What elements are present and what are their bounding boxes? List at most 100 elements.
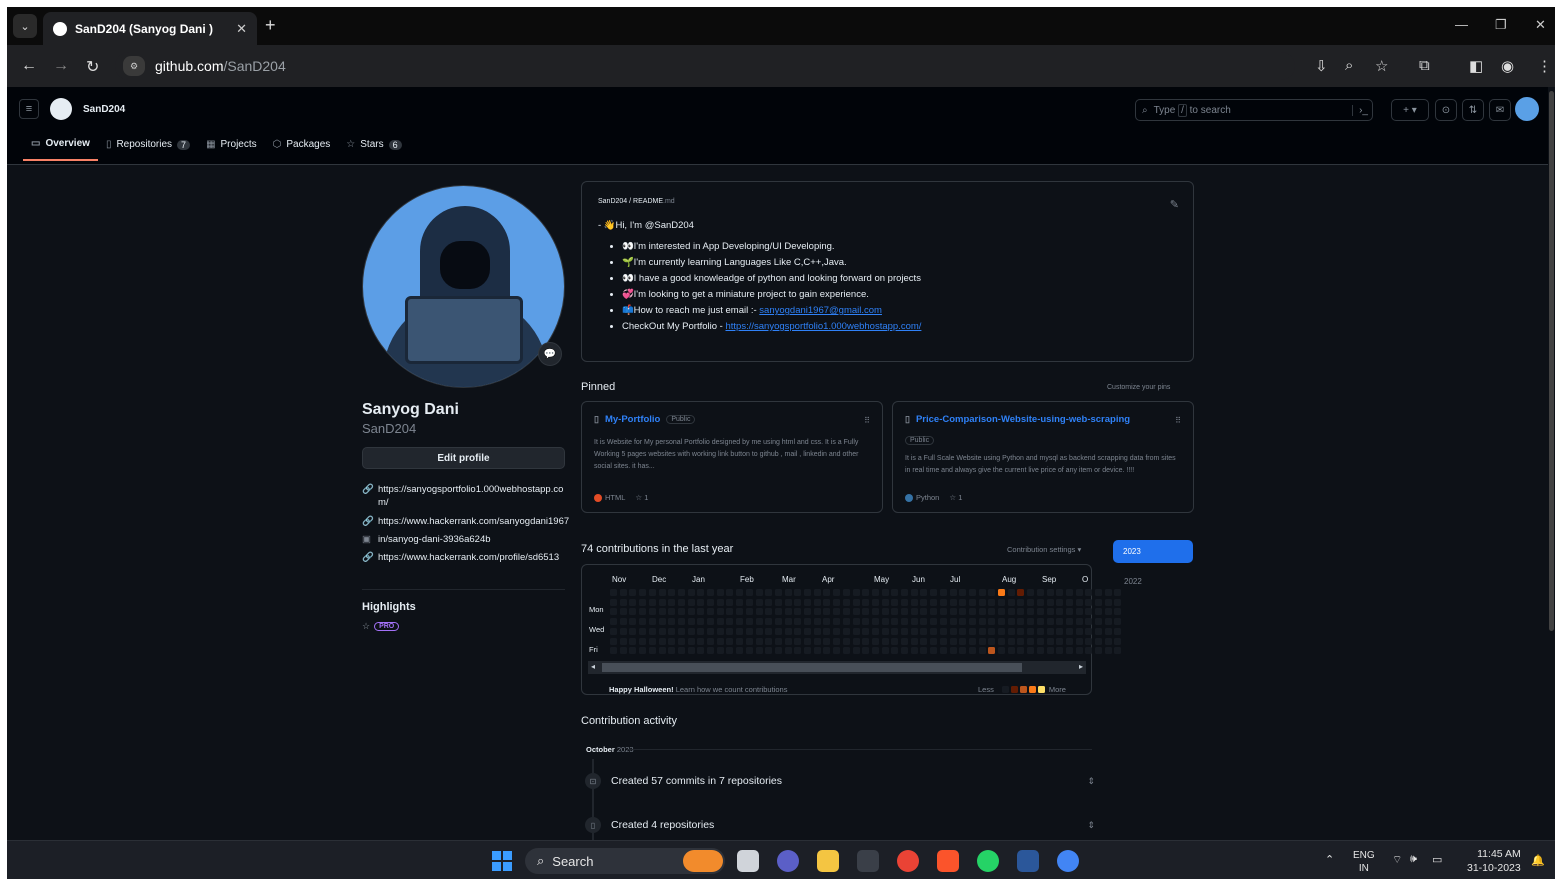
contribution-cell[interactable]	[755, 627, 763, 635]
contribution-cell[interactable]	[978, 647, 986, 655]
readme-path-file[interactable]: README	[633, 198, 663, 205]
contribution-cell[interactable]	[774, 637, 782, 645]
contribution-cell[interactable]	[823, 608, 831, 616]
contribution-cell[interactable]	[1075, 647, 1083, 655]
contribution-cell[interactable]	[697, 598, 705, 606]
contribution-cell[interactable]	[707, 608, 714, 616]
contribution-cell[interactable]	[677, 637, 685, 645]
contribution-cell[interactable]	[804, 598, 811, 606]
header-username[interactable]: SanD204	[83, 104, 125, 115]
contribution-cell[interactable]	[1017, 608, 1025, 616]
contribution-cell[interactable]	[1017, 598, 1025, 606]
contribution-cell[interactable]	[1046, 647, 1054, 655]
contribution-cell[interactable]	[968, 589, 976, 596]
contribution-cell[interactable]	[1085, 647, 1093, 655]
contribution-cell[interactable]	[629, 647, 637, 655]
contribution-cell[interactable]	[716, 627, 724, 635]
contribution-cell[interactable]	[648, 637, 656, 645]
contribution-cell[interactable]	[852, 627, 860, 635]
contribution-cell[interactable]	[774, 618, 782, 626]
wifi-icon[interactable]: ⌔	[1392, 853, 1402, 867]
contribution-cell[interactable]	[871, 647, 879, 655]
contribution-cell[interactable]	[862, 608, 870, 616]
contribution-cell[interactable]	[959, 608, 967, 616]
contribution-cell[interactable]	[784, 589, 792, 596]
contribution-cell[interactable]	[619, 589, 627, 596]
contribution-cell[interactable]	[755, 618, 763, 626]
contribution-cell[interactable]	[1027, 589, 1035, 596]
contribution-cell[interactable]	[1027, 608, 1035, 616]
contribution-cell[interactable]	[862, 637, 870, 645]
contribution-cell[interactable]	[949, 618, 957, 626]
contribution-cell[interactable]	[901, 618, 908, 626]
contribution-cell[interactable]	[862, 647, 870, 655]
contribution-cell[interactable]	[745, 589, 753, 596]
contribution-cell[interactable]	[1046, 627, 1054, 635]
contribution-cell[interactable]	[610, 637, 617, 645]
contribution-cell[interactable]	[813, 637, 821, 645]
contribution-cell[interactable]	[968, 608, 976, 616]
page-scroll-thumb[interactable]	[1549, 91, 1554, 631]
contribution-cell[interactable]	[871, 589, 879, 596]
bookmark-star-icon[interactable]: ☆	[1375, 57, 1388, 75]
contribution-cell[interactable]	[920, 598, 928, 606]
contribution-cell[interactable]	[891, 589, 899, 596]
contribution-cell[interactable]	[736, 618, 744, 626]
contribution-cell[interactable]	[1017, 589, 1025, 596]
contribution-cell[interactable]	[794, 627, 802, 635]
contribution-cell[interactable]	[998, 627, 1005, 635]
contribution-cell[interactable]	[726, 627, 734, 635]
contribution-cell[interactable]	[1007, 637, 1015, 645]
contribution-cell[interactable]	[978, 598, 986, 606]
profile-link[interactable]: https://www.hackerrank.com/profile/sd651…	[378, 551, 559, 564]
contribution-cell[interactable]	[910, 637, 918, 645]
contribution-cell[interactable]	[1046, 589, 1054, 596]
profile-link[interactable]: https://www.hackerrank.com/sanyogdani196…	[378, 515, 569, 528]
create-new-button[interactable]: + ▾	[1391, 99, 1429, 121]
contribution-cell[interactable]	[784, 647, 792, 655]
contribution-cell[interactable]	[629, 627, 637, 635]
contribution-cell[interactable]	[687, 627, 695, 635]
contribution-cell[interactable]	[813, 598, 821, 606]
contribution-cell[interactable]	[881, 637, 889, 645]
contribution-cell[interactable]	[774, 627, 782, 635]
contribution-cell[interactable]	[910, 598, 918, 606]
contribution-cell[interactable]	[910, 589, 918, 596]
contribution-cell[interactable]	[1104, 598, 1112, 606]
tab-packages[interactable]: ⬡ Packages	[265, 132, 339, 161]
contribution-cell[interactable]	[639, 647, 647, 655]
contribution-cell[interactable]	[648, 627, 656, 635]
contribution-cell[interactable]	[842, 589, 850, 596]
reload-icon[interactable]: ↻	[86, 57, 99, 77]
contribution-cell[interactable]	[968, 627, 976, 635]
page-scrollbar[interactable]	[1548, 87, 1555, 840]
contribution-cell[interactable]	[804, 637, 811, 645]
contribution-cell[interactable]	[687, 618, 695, 626]
contribution-cell[interactable]	[901, 637, 908, 645]
contribution-cell[interactable]	[1095, 608, 1102, 616]
contribution-cell[interactable]	[1114, 627, 1122, 635]
contribution-cell[interactable]	[910, 647, 918, 655]
contribution-cell[interactable]	[1027, 647, 1035, 655]
scroll-right-icon[interactable]: ▸	[1079, 662, 1083, 671]
contribution-cell[interactable]	[842, 637, 850, 645]
contribution-cell[interactable]	[687, 637, 695, 645]
scroll-left-icon[interactable]: ◂	[591, 662, 595, 671]
contribution-cell[interactable]	[988, 589, 996, 596]
contribution-cell[interactable]	[949, 589, 957, 596]
profile-link[interactable]: https://sanyogsportfolio1.000webhostapp.…	[378, 483, 572, 510]
contribution-cell[interactable]	[765, 637, 773, 645]
contribution-cell[interactable]	[1056, 627, 1064, 635]
contribution-cell[interactable]	[774, 589, 782, 596]
contribution-cell[interactable]	[1036, 637, 1044, 645]
inbox-icon[interactable]: ✉	[1489, 99, 1511, 121]
contribution-cell[interactable]	[1036, 589, 1044, 596]
battery-icon[interactable]: ▭	[1432, 853, 1442, 866]
contribution-cell[interactable]	[1046, 608, 1054, 616]
contribution-cell[interactable]	[619, 608, 627, 616]
contribution-cell[interactable]	[1027, 598, 1035, 606]
drag-handle-icon[interactable]: ⠿	[1175, 416, 1181, 425]
contribution-cell[interactable]	[716, 589, 724, 596]
close-window-icon[interactable]: ✕	[1535, 17, 1546, 33]
contribution-cell[interactable]	[833, 598, 841, 606]
